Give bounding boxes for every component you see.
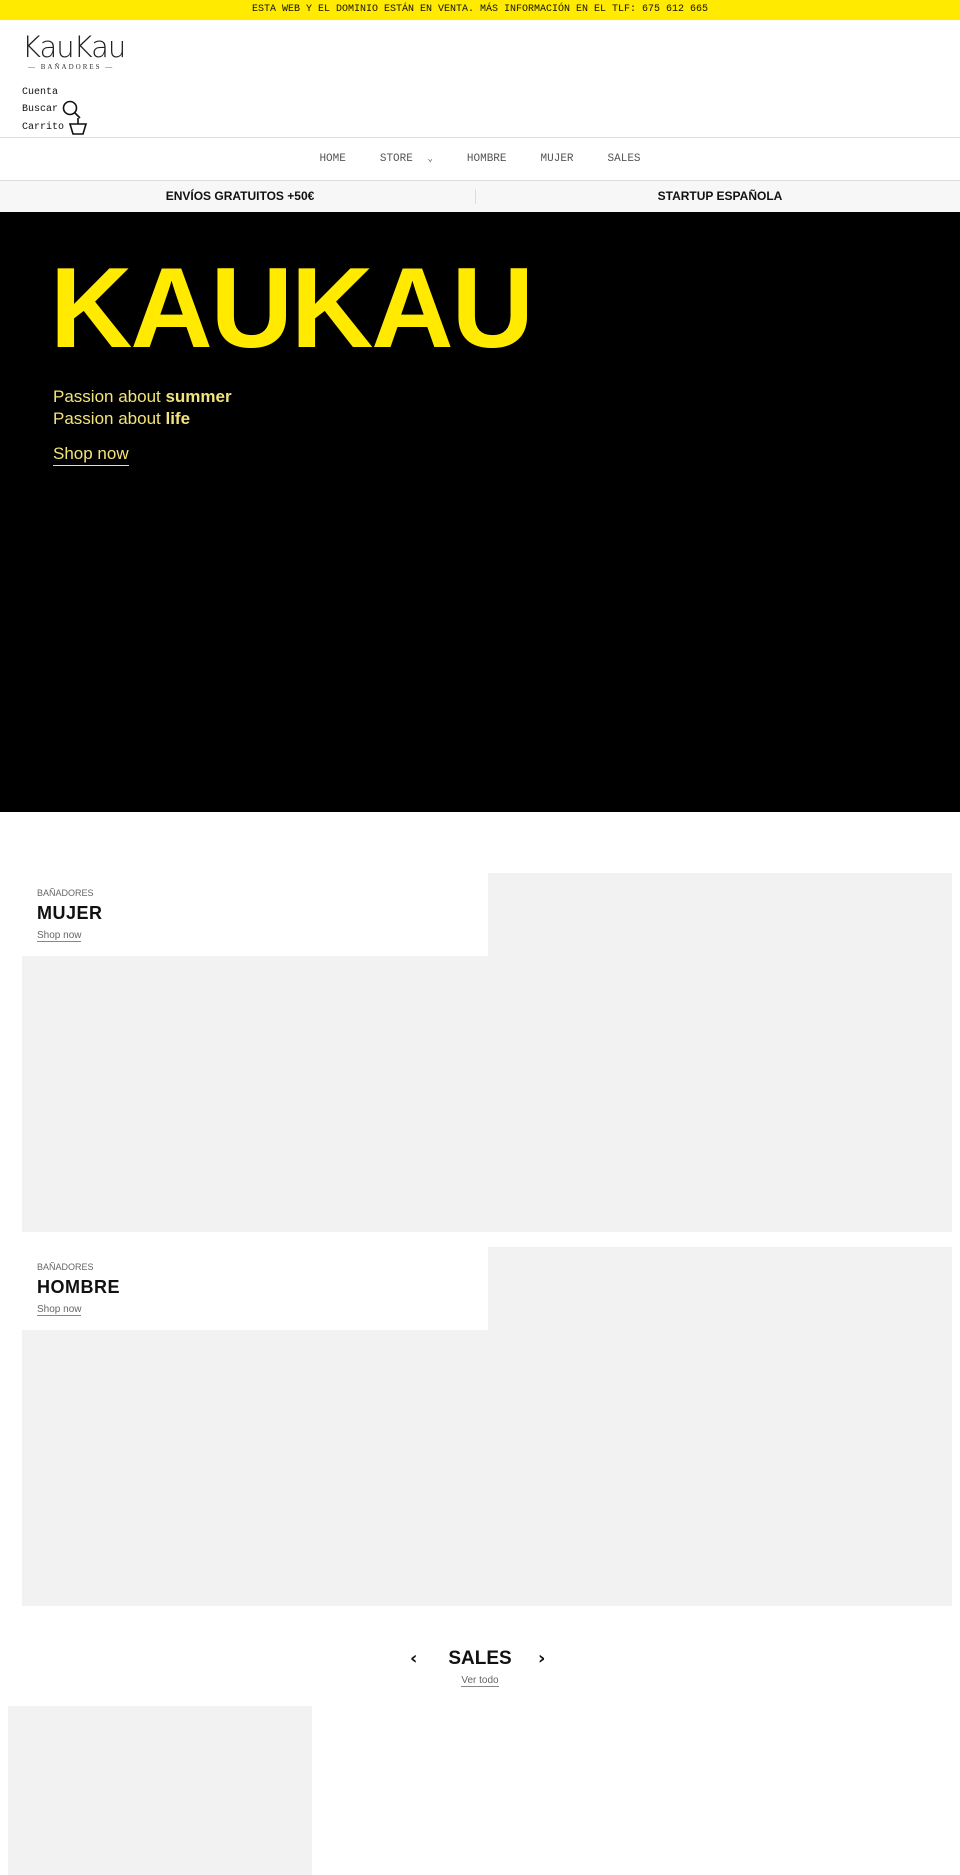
- nav-mujer[interactable]: MUJER: [541, 153, 574, 165]
- hero-banner: KAUKAU Passion about summer Passion abou…: [0, 212, 960, 812]
- collection-kicker: BAÑADORES: [37, 888, 94, 898]
- logo[interactable]: KauKau — BAÑADORES —: [22, 30, 126, 72]
- hero-line-2: Passion about life: [53, 409, 190, 429]
- sales-header: ‹ SALES › Ver todo: [0, 1648, 960, 1688]
- info-bar: ENVÍOS GRATUITOS +50€ STARTUP ESPAÑOLA: [0, 181, 960, 212]
- logo-tagline: — BAÑADORES —: [28, 63, 115, 71]
- collection-shop-now-link[interactable]: Shop now: [37, 930, 82, 942]
- collection-shop-now-link[interactable]: Shop now: [37, 1304, 82, 1316]
- nav-hombre[interactable]: HOMBRE: [467, 153, 507, 165]
- search-link[interactable]: Buscar: [22, 100, 81, 119]
- cart-label: Carrito: [22, 122, 65, 133]
- hero-line-1-text: Passion about: [53, 387, 166, 406]
- collection-card-hombre[interactable]: BAÑADORES HOMBRE Shop now: [22, 1247, 952, 1606]
- chevron-down-icon: ⌄: [427, 154, 433, 164]
- collection-title: MUJER: [37, 903, 103, 923]
- collection-card-mujer[interactable]: BAÑADORES MUJER Shop now: [22, 873, 952, 1232]
- announcement-bar: ESTA WEB Y EL DOMINIO ESTÁN EN VENTA. MÁ…: [0, 0, 960, 20]
- hero-line-1-bold: summer: [165, 387, 232, 406]
- nav-store-label: STORE: [379, 153, 413, 165]
- nav-sales[interactable]: SALES: [608, 153, 641, 165]
- hero-line-1: Passion about summer: [53, 387, 232, 407]
- nav-home[interactable]: HOME: [319, 153, 345, 165]
- product-card[interactable]: [8, 1706, 312, 1875]
- hero-line-2-text: Passion about: [53, 409, 166, 428]
- chevron-left-icon[interactable]: ‹: [410, 1648, 417, 1669]
- hero-line-2-bold: life: [165, 409, 191, 428]
- chevron-right-icon[interactable]: ›: [538, 1648, 545, 1669]
- account-link[interactable]: Cuenta: [22, 87, 58, 98]
- collection-caption: BAÑADORES MUJER Shop now: [22, 873, 488, 956]
- collection-caption: BAÑADORES HOMBRE Shop now: [22, 1247, 488, 1330]
- info-separator: [475, 189, 476, 204]
- collection-title: HOMBRE: [37, 1277, 120, 1297]
- cart-icon: [68, 118, 88, 135]
- nav-store[interactable]: STORE ⌄: [380, 153, 433, 165]
- main-nav: HOME STORE ⌄ HOMBRE MUJER SALES: [0, 138, 960, 180]
- info-startup: STARTUP ESPAÑOLA: [657, 189, 783, 203]
- hero-shop-now-link[interactable]: Shop now: [53, 444, 129, 466]
- sales-view-all-link[interactable]: Ver todo: [461, 1675, 499, 1687]
- logo-name: KauKau: [22, 30, 126, 64]
- cart-link[interactable]: Carrito: [22, 118, 88, 135]
- info-shipping: ENVÍOS GRATUITOS +50€: [165, 189, 315, 203]
- hero-title: KAUKAU: [50, 245, 534, 372]
- search-icon: [62, 100, 81, 119]
- search-label: Buscar: [22, 104, 59, 115]
- sales-title: SALES: [448, 1648, 512, 1669]
- collection-kicker: BAÑADORES: [37, 1262, 94, 1272]
